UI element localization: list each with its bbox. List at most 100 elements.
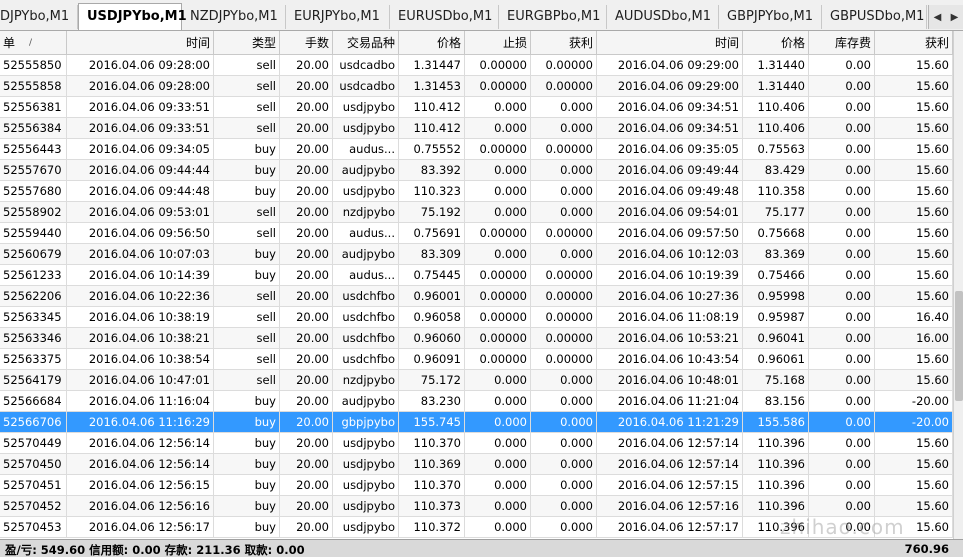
table-cell: 0.00 xyxy=(809,223,875,243)
chart-tab[interactable]: DJPYbo,M1 xyxy=(0,5,78,29)
chart-tab[interactable]: NZDJPYbo,M1 xyxy=(182,5,286,29)
table-cell: 15.60 xyxy=(875,223,953,243)
table-cell: 0.00 xyxy=(809,139,875,159)
table-cell: 20.00 xyxy=(280,328,333,348)
chart-tab[interactable]: GBPUSDbo,M1 xyxy=(822,5,927,29)
table-cell: 0.00 xyxy=(809,244,875,264)
table-cell: 2016.04.06 10:22:36 xyxy=(67,286,214,306)
table-row[interactable]: 52570451 2016.04.06 12:56:15 buy 20.00 usdjp… xyxy=(0,475,953,496)
table-cell: sell xyxy=(214,118,280,138)
table-cell: 2016.04.06 12:57:14 xyxy=(597,433,743,453)
table-row[interactable]: 52556384 2016.04.06 09:33:51 sell 20.00 usdj… xyxy=(0,118,953,139)
table-cell: 15.60 xyxy=(875,496,953,516)
chart-tab[interactable]: EURJPYbo,M1 xyxy=(286,5,390,29)
scrollbar-thumb[interactable] xyxy=(955,291,963,401)
table-cell: 2016.04.06 11:21:29 xyxy=(597,412,743,432)
column-header[interactable]: 时间 xyxy=(597,31,743,54)
column-header[interactable]: 时间 xyxy=(67,31,214,54)
table-row[interactable]: 52570452 2016.04.06 12:56:16 buy 20.00 usdjp… xyxy=(0,496,953,517)
table-cell: buy xyxy=(214,496,280,516)
chart-tab[interactable]: EURUSDbo,M1 xyxy=(390,5,499,29)
table-cell: 20.00 xyxy=(280,475,333,495)
column-header[interactable]: 价格 xyxy=(399,31,465,54)
table-row[interactable]: 52570449 2016.04.06 12:56:14 buy 20.00 usdjp… xyxy=(0,433,953,454)
column-header-label: 手数 xyxy=(304,36,329,50)
column-header[interactable]: 价格 xyxy=(743,31,809,54)
table-cell: 2016.04.06 09:34:51 xyxy=(597,97,743,117)
column-header-label: 价格 xyxy=(780,36,805,50)
table-cell: 2016.04.06 12:56:14 xyxy=(67,454,214,474)
table-cell: 0.00000 xyxy=(465,349,531,369)
column-header[interactable]: 止损 xyxy=(465,31,531,54)
table-cell: 110.373 xyxy=(399,496,465,516)
column-header[interactable]: 交易品种 xyxy=(333,31,399,54)
table-cell: 110.396 xyxy=(743,454,809,474)
table-cell: usdcadbo xyxy=(333,76,399,96)
table-cell: 0.75668 xyxy=(743,223,809,243)
table-cell: 0.000 xyxy=(531,517,597,537)
table-cell: buy xyxy=(214,412,280,432)
scroll-right-icon[interactable]: ▶ xyxy=(946,12,963,23)
table-cell: 2016.04.06 12:57:15 xyxy=(597,475,743,495)
table-cell: 16.00 xyxy=(875,328,953,348)
column-header[interactable]: 获利 xyxy=(531,31,597,54)
table-row[interactable]: 52557680 2016.04.06 09:44:48 buy 20.00 usdjp… xyxy=(0,181,953,202)
column-header-label: 类型 xyxy=(251,36,276,50)
table-cell: 0.00000 xyxy=(531,139,597,159)
table-row[interactable]: 52555858 2016.04.06 09:28:00 sell 20.00 usdc… xyxy=(0,76,953,97)
table-cell: 52570452 xyxy=(0,496,67,516)
chart-tab[interactable]: AUDUSDbo,M1 xyxy=(607,5,719,29)
table-row[interactable]: 52559440 2016.04.06 09:56:50 sell 20.00 audu… xyxy=(0,223,953,244)
table-cell: 0.000 xyxy=(531,244,597,264)
table-cell: 75.168 xyxy=(743,370,809,390)
table-cell: 2016.04.06 09:54:01 xyxy=(597,202,743,222)
table-row[interactable]: 52556381 2016.04.06 09:33:51 sell 20.00 usdj… xyxy=(0,97,953,118)
table-cell: 0.00 xyxy=(809,370,875,390)
table-row[interactable]: 52558902 2016.04.06 09:53:01 sell 20.00 nzdj… xyxy=(0,202,953,223)
table-cell: 2016.04.06 10:12:03 xyxy=(597,244,743,264)
table-cell: 0.75445 xyxy=(399,265,465,285)
table-cell: 110.396 xyxy=(743,475,809,495)
table-row[interactable]: 52563345 2016.04.06 10:38:19 sell 20.00 usdc… xyxy=(0,307,953,328)
table-row[interactable]: 52563346 2016.04.06 10:38:21 sell 20.00 usdc… xyxy=(0,328,953,349)
table-row[interactable]: 52561233 2016.04.06 10:14:39 buy 20.00 audus… xyxy=(0,265,953,286)
table-cell: 0.95987 xyxy=(743,307,809,327)
column-header[interactable]: 类型 xyxy=(214,31,280,54)
table-row[interactable]: 52563375 2016.04.06 10:38:54 sell 20.00 usdc… xyxy=(0,349,953,370)
table-cell: 0.00000 xyxy=(465,307,531,327)
table-cell: 0.000 xyxy=(465,97,531,117)
table-row[interactable]: 52566706 2016.04.06 11:16:29 buy 20.00 gbpjp… xyxy=(0,412,953,433)
table-row[interactable]: 52555850 2016.04.06 09:28:00 sell 20.00 usdc… xyxy=(0,55,953,76)
chart-tab[interactable]: USDJPYbo,M1 xyxy=(78,3,187,30)
table-cell: 15.60 xyxy=(875,244,953,264)
table-row[interactable]: 52564179 2016.04.06 10:47:01 sell 20.00 nzdj… xyxy=(0,370,953,391)
chart-tab[interactable]: GBPJPYbo,M1 xyxy=(719,5,822,29)
table-row[interactable]: 52570450 2016.04.06 12:56:14 buy 20.00 usdjp… xyxy=(0,454,953,475)
table-cell: 20.00 xyxy=(280,181,333,201)
table-row[interactable]: 52557670 2016.04.06 09:44:44 buy 20.00 audjp… xyxy=(0,160,953,181)
table-row[interactable]: 52556443 2016.04.06 09:34:05 buy 20.00 audus… xyxy=(0,139,953,160)
table-row[interactable]: 52562206 2016.04.06 10:22:36 sell 20.00 usdc… xyxy=(0,286,953,307)
table-cell: 0.00000 xyxy=(531,349,597,369)
column-header[interactable]: 获利 xyxy=(875,31,953,54)
scroll-left-icon[interactable]: ◀ xyxy=(929,12,946,23)
table-cell: 52563345 xyxy=(0,307,67,327)
table-cell: 2016.04.06 10:47:01 xyxy=(67,370,214,390)
tab-scroll-buttons: ◀ ▶ xyxy=(928,5,963,29)
table-cell: 20.00 xyxy=(280,517,333,537)
table-cell: 15.60 xyxy=(875,475,953,495)
table-cell: 0.000 xyxy=(465,517,531,537)
table-cell: 0.000 xyxy=(465,433,531,453)
table-cell: usdchfbo xyxy=(333,286,399,306)
table-cell: 0.00000 xyxy=(531,223,597,243)
table-row[interactable]: 52566684 2016.04.06 11:16:04 buy 20.00 audjp… xyxy=(0,391,953,412)
table-row[interactable]: 52560679 2016.04.06 10:07:03 buy 20.00 audjp… xyxy=(0,244,953,265)
column-header[interactable]: 单 / xyxy=(0,31,67,54)
column-header[interactable]: 手数 xyxy=(280,31,333,54)
table-cell: 0.96001 xyxy=(399,286,465,306)
chart-tab[interactable]: EURGBPbo,M1 xyxy=(499,5,607,29)
table-cell: usdcadbo xyxy=(333,55,399,75)
table-cell: 20.00 xyxy=(280,454,333,474)
column-header[interactable]: 库存费 xyxy=(809,31,875,54)
vertical-scrollbar[interactable] xyxy=(953,31,963,539)
